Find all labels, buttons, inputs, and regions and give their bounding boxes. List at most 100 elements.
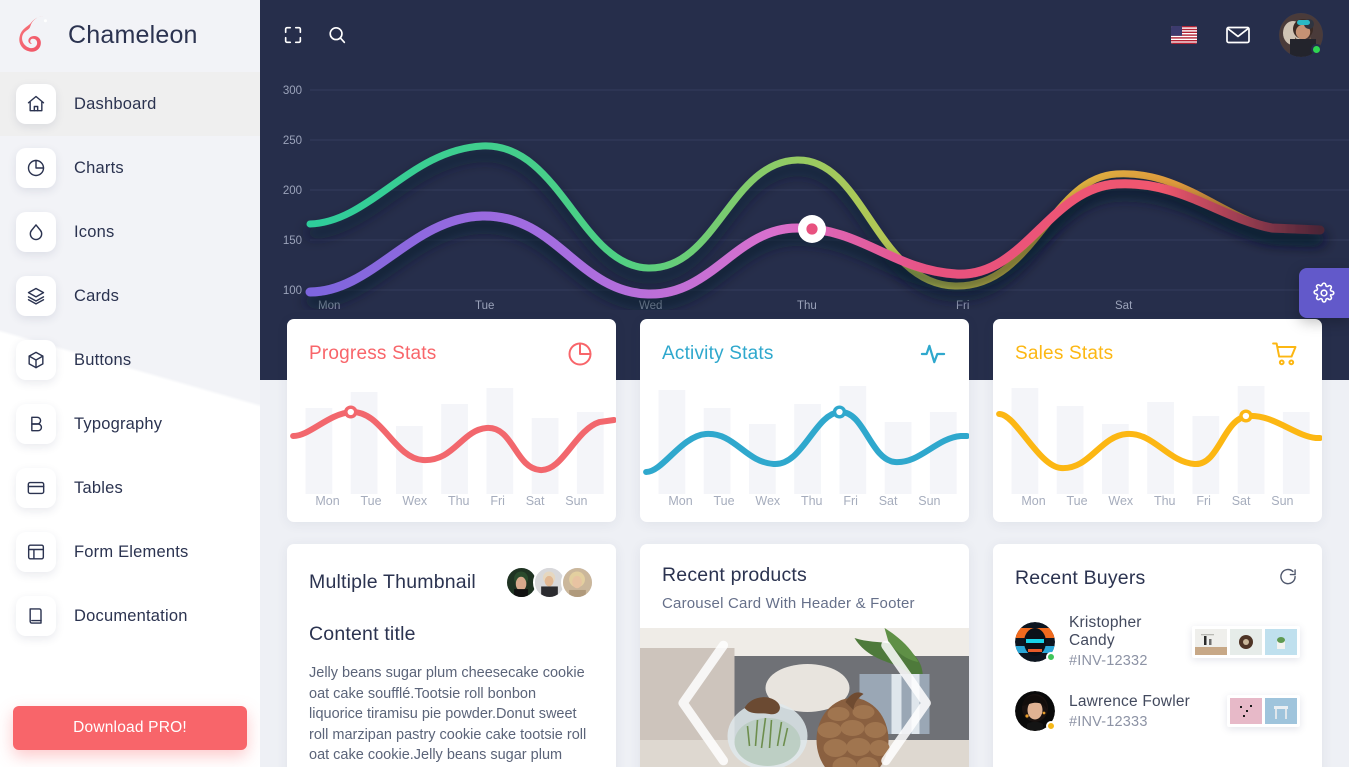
hero-chart-svg: 300 250 200 150 100 Mon Tue Wed Thu Fri Sat bbox=[283, 85, 1349, 310]
us-flag-icon[interactable] bbox=[1171, 26, 1197, 44]
chameleon-logo-icon bbox=[16, 14, 54, 56]
carousel-prev-button[interactable] bbox=[654, 628, 758, 767]
sidebar-nav: Dashboard Charts Icons Cards Buttons Typ… bbox=[0, 70, 260, 648]
buyer-avatar bbox=[1015, 621, 1056, 662]
card-header: Multiple Thumbnail bbox=[287, 544, 616, 599]
card-header: Progress Stats bbox=[287, 319, 616, 374]
card-subtitle: Carousel Card With Header & Footer bbox=[662, 595, 915, 612]
product-thumb bbox=[1195, 628, 1227, 655]
day-label: Thu bbox=[447, 494, 470, 508]
sidebar-item-typography[interactable]: Typography bbox=[0, 392, 260, 456]
brand[interactable]: Chameleon bbox=[0, 0, 260, 70]
search-icon[interactable] bbox=[326, 24, 348, 46]
app-root: Chameleon Dashboard Charts Icons Cards B… bbox=[0, 0, 1349, 767]
credit-card-icon bbox=[16, 468, 56, 508]
card-header: Recent Buyers bbox=[993, 544, 1322, 592]
pie-chart-icon bbox=[566, 340, 594, 368]
day-label: Tue bbox=[713, 494, 735, 508]
card-title: Progress Stats bbox=[309, 343, 437, 364]
buyer-invoice: #INV-12333 bbox=[1069, 713, 1148, 730]
svg-text:Tue: Tue bbox=[475, 300, 494, 310]
product-thumb bbox=[1265, 698, 1297, 724]
buyer-invoice: #INV-12332 bbox=[1069, 653, 1148, 669]
day-label: Sat bbox=[878, 494, 898, 508]
status-badge bbox=[1311, 44, 1322, 55]
sidebar-item-label: Charts bbox=[74, 158, 124, 177]
topbar-right-group bbox=[1171, 13, 1323, 57]
day-label: Thu bbox=[800, 494, 823, 508]
download-pro-button[interactable]: Download PRO! bbox=[13, 706, 247, 750]
recent-buyers-card: Recent Buyers Kristopher Candy #INV-1233… bbox=[993, 544, 1322, 767]
card-header: Activity Stats bbox=[640, 319, 969, 374]
buyer-avatar bbox=[1015, 691, 1056, 731]
avatar[interactable] bbox=[1279, 13, 1323, 57]
x-axis-labels: Mon Tue Wex Thu Fri Sat Sun bbox=[287, 494, 616, 522]
stat-cards-grid: Progress Stats Mon Tue Wex Thu Fri Sat S… bbox=[260, 319, 1349, 522]
fullscreen-icon[interactable] bbox=[282, 24, 304, 46]
book-icon bbox=[16, 596, 56, 636]
background-bars bbox=[1011, 386, 1310, 494]
activity-stats-card: Activity Stats Mon Tue Wex Thu Fri Sat S… bbox=[640, 319, 969, 522]
multiple-thumbnail-card: Multiple Thumbnail Content title Jelly b… bbox=[287, 544, 616, 767]
sidebar-item-buttons[interactable]: Buttons bbox=[0, 328, 260, 392]
sidebar-item-dashboard[interactable]: Dashboard bbox=[0, 72, 260, 136]
carousel-next-button[interactable] bbox=[851, 628, 955, 767]
sidebar-item-cards[interactable]: Cards bbox=[0, 264, 260, 328]
buyer-info: Kristopher Candy #INV-12332 bbox=[1069, 614, 1178, 669]
hero-chart-marker bbox=[798, 215, 826, 243]
refresh-button[interactable] bbox=[1276, 565, 1300, 592]
avatar-thumb-3[interactable] bbox=[561, 566, 594, 599]
sidebar-item-label: Dashboard bbox=[74, 94, 157, 113]
sidebar-item-label: Cards bbox=[74, 286, 120, 305]
buyer-name: Lawrence Fowler bbox=[1069, 692, 1191, 710]
day-label: Fri bbox=[843, 494, 858, 508]
sidebar-item-icons[interactable]: Icons bbox=[0, 200, 260, 264]
mail-icon[interactable] bbox=[1225, 24, 1251, 46]
svg-text:150: 150 bbox=[283, 235, 302, 247]
svg-text:Wed: Wed bbox=[639, 300, 662, 310]
sidebar-item-tables[interactable]: Tables bbox=[0, 456, 260, 520]
day-label: Mon bbox=[315, 494, 340, 508]
day-label: Fri bbox=[490, 494, 505, 508]
x-axis-labels: Mon Tue Wed Thu Fri Sat bbox=[318, 300, 1133, 310]
sidebar-item-label: Typography bbox=[74, 414, 163, 433]
buyer-list-item[interactable]: Lawrence Fowler #INV-12333 bbox=[993, 669, 1322, 731]
day-label: Sun bbox=[565, 494, 588, 508]
buyer-thumbnails[interactable] bbox=[1227, 695, 1300, 727]
buyer-name: Kristopher Candy bbox=[1069, 614, 1142, 649]
box-icon bbox=[16, 340, 56, 380]
day-label: Wex bbox=[755, 494, 781, 508]
bottom-cards-grid: Multiple Thumbnail Content title Jelly b… bbox=[260, 544, 1349, 767]
topbar-left-group bbox=[282, 24, 348, 46]
cart-icon bbox=[1270, 340, 1300, 368]
bold-b-icon bbox=[16, 404, 56, 444]
day-label: Mon bbox=[1021, 494, 1046, 508]
sidebar-item-label: Icons bbox=[74, 222, 115, 241]
day-label: Sun bbox=[1271, 494, 1294, 508]
chevron-right-icon bbox=[880, 640, 931, 766]
svg-text:Mon: Mon bbox=[318, 300, 340, 310]
card-chart bbox=[287, 374, 616, 494]
progress-stats-card: Progress Stats Mon Tue Wex Thu Fri Sat S… bbox=[287, 319, 616, 522]
sidebar-item-label: Tables bbox=[74, 478, 123, 497]
status-badge bbox=[1046, 721, 1056, 731]
svg-text:Sat: Sat bbox=[1115, 300, 1133, 310]
product-carousel[interactable] bbox=[640, 628, 969, 767]
layout-icon bbox=[16, 532, 56, 572]
card-title: Multiple Thumbnail bbox=[309, 571, 476, 593]
sidebar-item-charts[interactable]: Charts bbox=[0, 136, 260, 200]
pie-chart-icon bbox=[16, 148, 56, 188]
sidebar-item-label: Buttons bbox=[74, 350, 132, 369]
x-axis-labels: Mon Tue Wex Thu Fri Sat Sun bbox=[993, 494, 1322, 522]
day-label: Sat bbox=[1231, 494, 1251, 508]
content-body: Jelly beans sugar plum cheesecake cookie… bbox=[309, 665, 587, 764]
card-title: Activity Stats bbox=[662, 343, 774, 364]
settings-gear-button[interactable] bbox=[1299, 268, 1349, 318]
buyer-thumbnails[interactable] bbox=[1192, 625, 1300, 658]
buyer-list-item[interactable]: Kristopher Candy #INV-12332 bbox=[993, 592, 1322, 669]
sidebar-item-form-elements[interactable]: Form Elements bbox=[0, 520, 260, 584]
card-title: Recent Buyers bbox=[1015, 567, 1146, 589]
hero-line-chart: 300 250 200 150 100 Mon Tue Wed Thu Fri Sat bbox=[260, 70, 1349, 310]
refresh-icon bbox=[1280, 568, 1296, 585]
sidebar-item-documentation[interactable]: Documentation bbox=[0, 584, 260, 648]
